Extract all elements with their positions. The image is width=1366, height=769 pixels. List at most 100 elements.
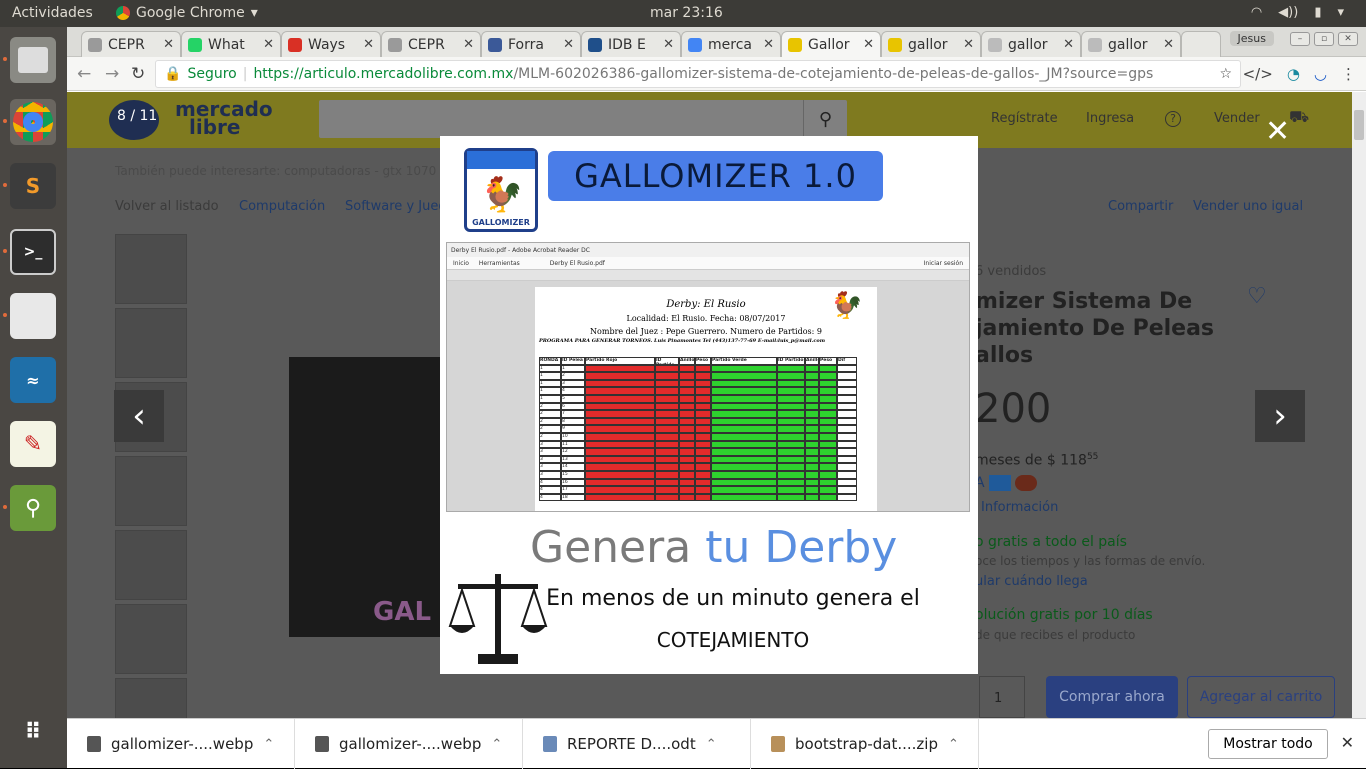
rooster-icon: 🐓 [481,175,524,215]
breadcrumb-computacion[interactable]: Computación [239,199,325,214]
text-file-icon[interactable] [10,293,56,339]
minimize-button[interactable]: – [1290,32,1310,46]
tab-cepr-1[interactable]: CEPR ✕ [81,31,181,57]
close-icon[interactable]: ✕ [163,37,174,52]
tab-gallomizer-3[interactable]: gallor ✕ [981,31,1081,57]
volume-icon: ◀)) [1278,5,1299,20]
tab-gmail[interactable]: Ways ✕ [281,31,381,57]
thumbnail[interactable] [115,308,187,378]
address-bar[interactable]: 🔒 Seguro | https://articulo.mercadolibre… [155,60,1241,88]
tab-idb[interactable]: IDB E ✕ [581,31,681,57]
close-window-button[interactable]: ✕ [1338,32,1358,46]
chevron-down-icon: ▾ [250,5,258,21]
tab-gallomizer-active[interactable]: Gallor ✕ [781,31,881,57]
tab-label: IDB E [608,36,646,53]
download-item[interactable]: bootstrap-dat....zip ⌃ [751,719,979,769]
main-product-image[interactable]: GAL [289,357,441,637]
table-row: 27 [539,410,873,418]
thumbnail[interactable] [115,604,187,674]
show-apps-icon[interactable]: ⠿ [10,709,56,755]
close-icon[interactable]: ✕ [663,37,674,52]
close-icon[interactable]: ✕ [263,37,274,52]
tab-gallomizer-2[interactable]: gallor ✕ [881,31,981,57]
maximize-button[interactable]: ▫ [1314,32,1334,46]
close-icon[interactable]: ✕ [363,37,374,52]
star-icon[interactable]: ☆ [1219,66,1232,82]
extension-icon[interactable]: ◔ [1287,65,1300,83]
quantity-stepper[interactable]: 1 [979,676,1025,718]
app-menu[interactable]: Google Chrome ▾ [116,5,258,21]
buy-now-button[interactable]: Comprar ahora [1046,676,1178,718]
table-row: 12 [539,372,873,380]
thumbnail[interactable] [115,456,187,526]
tab-gallomizer-4[interactable]: gallor ✕ [1081,31,1181,57]
thumbnail-gallery [115,234,187,718]
calculate-link[interactable]: ular cuándo llega [975,574,1088,589]
previous-image-button[interactable]: ‹ [114,390,164,442]
thumbnail[interactable] [115,678,187,718]
profile-button[interactable]: Jesus [1229,31,1274,46]
table-row: 4 18 [539,493,873,502]
table-row: 3 12 [539,448,873,456]
breadcrumb-software[interactable]: Software y Jueg [345,199,447,214]
tab-facebook[interactable]: Forra ✕ [481,31,581,57]
clock[interactable]: mar 23:16 [650,5,723,21]
chevron-up-icon[interactable]: ⌃ [491,737,502,752]
files-icon[interactable] [10,37,56,83]
download-item[interactable]: gallomizer-....webp ⌃ [295,719,523,769]
pdf-tabs: Inicio Herramientas Derby El Rusio.pdf Inic… [447,257,969,269]
devtools-extension-icon[interactable]: </> [1243,65,1273,83]
back-to-list-link[interactable]: Volver al listado [115,199,219,214]
reload-icon[interactable]: ↻ [131,64,145,84]
chevron-up-icon[interactable]: ⌃ [948,737,959,752]
menu-icon[interactable]: ⋮ [1341,65,1356,83]
close-icon[interactable]: ✕ [1163,37,1174,52]
chevron-up-icon[interactable]: ⌃ [263,737,274,752]
next-image-button[interactable]: › [1255,390,1305,442]
system-monitor-icon[interactable]: ⚲ [10,485,56,531]
page-scrollbar[interactable] [1352,92,1366,718]
chrome-icon[interactable] [10,99,56,145]
terminal-icon[interactable]: >_ [10,229,56,275]
running-indicator [3,183,7,187]
tab-label: gallor [908,36,948,53]
close-icon[interactable]: ✕ [963,37,974,52]
sublime-icon[interactable]: S [10,163,56,209]
new-tab-button[interactable] [1181,31,1221,57]
pdf-window-title: Derby El Rusio.pdf - Adobe Acrobat Reade… [447,243,969,257]
tab-cepr-2[interactable]: CEPR ✕ [381,31,481,57]
close-icon[interactable]: ✕ [463,37,474,52]
heart-icon[interactable]: ♡ [1247,284,1267,309]
search-input[interactable]: ⚲ [319,100,847,138]
close-icon[interactable]: ✕ [863,37,874,52]
chevron-up-icon[interactable]: ⌃ [706,737,717,752]
tab-google[interactable]: merca ✕ [681,31,781,57]
back-icon[interactable]: ← [77,64,91,84]
add-to-cart-button[interactable]: Agregar al carrito [1187,676,1335,718]
download-item[interactable]: REPORTE D....odt ⌃ [523,719,751,769]
close-lightbox-button[interactable]: ✕ [1265,114,1290,149]
activities-button[interactable]: Actividades [12,5,93,21]
download-item[interactable]: gallomizer-....webp ⌃ [67,719,295,769]
table-row: 28 [539,417,873,426]
tab-whatsapp[interactable]: What ✕ [181,31,281,57]
free-shipping: o gratis a todo el país [975,534,1127,550]
text-editor-icon[interactable]: ✎ [10,421,56,467]
close-icon[interactable]: ✕ [1341,733,1354,752]
ml-logo-text[interactable]: mercado libre [175,99,273,137]
close-icon[interactable]: ✕ [1063,37,1074,52]
info-link[interactable]: Información [981,500,1058,515]
close-icon[interactable]: ✕ [763,37,774,52]
mysql-workbench-icon[interactable]: ≈ [10,357,56,403]
system-tray[interactable]: ◠ ◀)) ▮ ▾ [1251,5,1344,20]
search-icon[interactable]: ⚲ [803,100,847,138]
close-icon[interactable]: ✕ [563,37,574,52]
thumbnail[interactable] [115,234,187,304]
tab-label: Forra [508,36,544,53]
show-all-button[interactable]: Mostrar todo [1208,729,1328,759]
tab-strip: CEPR ✕ What ✕ Ways ✕ CEPR ✕ Forra ✕ IDB E ✕ me… [67,27,1366,57]
forward-icon[interactable]: → [105,64,119,84]
derby-table: RONDAID PeleaPartido RojoID PartidoAnill… [539,357,873,502]
thumbnail[interactable] [115,530,187,600]
extension-icon[interactable]: ◡ [1314,65,1327,83]
